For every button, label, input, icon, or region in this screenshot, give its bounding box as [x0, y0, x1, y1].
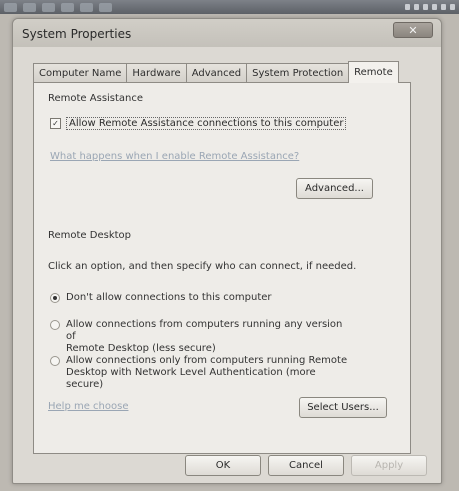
system-tray [405, 4, 455, 10]
taskbar-app-icon[interactable] [99, 2, 112, 12]
remote-tab-panel: Remote Assistance ✓ Allow Remote Assista… [33, 82, 411, 454]
allow-any-version-radio[interactable] [50, 320, 60, 330]
apply-button[interactable]: Apply [351, 455, 427, 476]
allow-any-version-option[interactable]: Allow connections from computers running… [50, 319, 350, 355]
tray-icon[interactable] [432, 4, 437, 10]
apply-button-label: Apply [374, 460, 404, 471]
tray-icon[interactable] [423, 4, 428, 10]
tab-strip: Computer Name Hardware Advanced System P… [33, 61, 399, 83]
cancel-button[interactable]: Cancel [268, 455, 344, 476]
close-icon: ✕ [408, 23, 418, 37]
allow-nla-label: Allow connections only from computers ru… [66, 355, 348, 390]
tray-icon[interactable] [441, 4, 446, 10]
taskbar [0, 0, 459, 14]
remote-desktop-heading: Remote Desktop [48, 230, 132, 241]
taskbar-app-icon[interactable] [80, 2, 93, 12]
remote-assistance-help-link[interactable]: What happens when I enable Remote Assist… [50, 151, 299, 162]
taskbar-app-icon[interactable] [61, 2, 74, 12]
system-properties-dialog: System Properties ✕ Computer Name Hardwa… [12, 18, 442, 484]
tab-advanced[interactable]: Advanced [185, 63, 247, 83]
checkmark-icon: ✓ [52, 119, 59, 128]
start-orb-icon[interactable] [4, 2, 17, 12]
title-bar[interactable]: System Properties ✕ [13, 19, 441, 47]
ok-button[interactable]: OK [185, 455, 261, 476]
tray-icon[interactable] [414, 4, 419, 10]
remote-desktop-instruction: Click an option, and then specify who ca… [48, 261, 357, 272]
select-users-button-label: Select Users... [307, 402, 379, 413]
advanced-button-label: Advanced... [305, 183, 364, 194]
allow-nla-option[interactable]: Allow connections only from computers ru… [50, 355, 350, 391]
taskbar-app-icon[interactable] [23, 2, 36, 12]
select-users-button[interactable]: Select Users... [299, 397, 387, 418]
remote-assistance-heading: Remote Assistance [48, 93, 144, 104]
close-button[interactable]: ✕ [393, 22, 433, 38]
allow-remote-assistance-row[interactable]: ✓ Allow Remote Assistance connections to… [50, 117, 347, 130]
tab-hardware[interactable]: Hardware [126, 63, 186, 83]
help-me-choose-link[interactable]: Help me choose [48, 401, 128, 412]
dont-allow-label: Don't allow connections to this computer [66, 292, 272, 303]
taskbar-app-icon[interactable] [42, 2, 55, 12]
tab-remote[interactable]: Remote [348, 61, 399, 83]
advanced-button[interactable]: Advanced... [296, 178, 373, 199]
window-title: System Properties [22, 27, 132, 41]
allow-any-version-label: Allow connections from computers running… [66, 319, 343, 354]
ok-button-label: OK [215, 460, 231, 471]
tab-computer-name[interactable]: Computer Name [33, 63, 127, 83]
allow-remote-assistance-label[interactable]: Allow Remote Assistance connections to t… [66, 117, 347, 130]
clock-icon[interactable] [450, 4, 455, 10]
cancel-button-label: Cancel [289, 460, 323, 471]
allow-nla-radio[interactable] [50, 356, 60, 366]
allow-remote-assistance-checkbox[interactable]: ✓ [50, 118, 61, 129]
tab-system-protection[interactable]: System Protection [246, 63, 349, 83]
dont-allow-radio[interactable] [50, 293, 60, 303]
dont-allow-option[interactable]: Don't allow connections to this computer [50, 292, 350, 304]
tray-icon[interactable] [405, 4, 410, 10]
